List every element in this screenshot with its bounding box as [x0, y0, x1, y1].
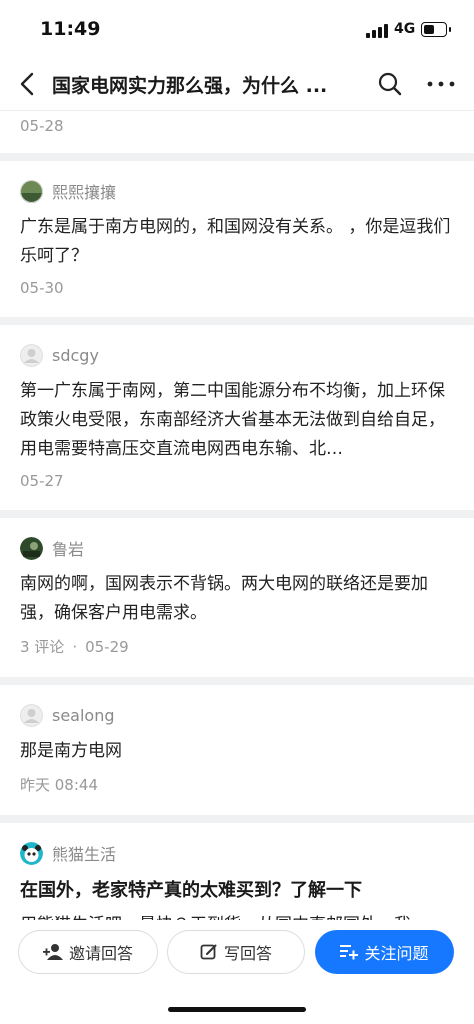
status-bar: 11:49 4G — [0, 0, 474, 58]
edit-icon — [200, 944, 217, 960]
avatar[interactable] — [20, 179, 43, 203]
username[interactable]: sealong — [52, 706, 115, 725]
divider — [0, 815, 474, 823]
network-label: 4G — [394, 21, 416, 37]
answer-date: 昨天 08:44 — [20, 776, 98, 794]
panda-avatar-icon[interactable] — [20, 841, 43, 865]
default-avatar-icon[interactable] — [20, 343, 43, 367]
home-indicator[interactable] — [168, 1007, 306, 1012]
answer-text: 那是南方电网 — [20, 741, 122, 761]
follow-question-label: 关注问题 — [364, 944, 429, 963]
meta-separator: · — [72, 638, 78, 656]
username[interactable]: sdcgy — [52, 346, 99, 365]
divider — [0, 317, 474, 325]
answer-card[interactable]: 05-28 — [0, 111, 474, 153]
write-answer-label: 写回答 — [223, 944, 272, 963]
divider — [0, 677, 474, 685]
username[interactable]: 熙熙攘攘 — [52, 179, 116, 203]
invite-answer-button[interactable]: 邀请回答 — [18, 930, 158, 974]
back-arrow-icon[interactable] — [14, 70, 42, 98]
invite-answer-label: 邀请回答 — [68, 944, 133, 963]
more-dots-icon[interactable] — [424, 70, 458, 98]
answer-card[interactable]: sdcgy 第一广东属于南网，第二中国能源分布不均衡，加上环保政策火电受限，东南… — [0, 325, 474, 510]
signal-icon — [366, 24, 388, 38]
ad-headline: 在国外，老家特产真的太难买到？了解一下 — [20, 880, 362, 901]
answer-card[interactable]: 熙熙攘攘 广东是属于南方电网的，和国网没有关系。 ，你是逗我们乐呵了？ 05-3… — [0, 161, 474, 317]
answer-date: 05-29 — [85, 638, 129, 656]
answer-date: 05-30 — [20, 279, 64, 297]
answer-date: 05-28 — [20, 117, 64, 135]
search-icon[interactable] — [376, 70, 404, 98]
status-time: 11:49 — [40, 18, 101, 40]
answer-text: 广东是属于南方电网的，和国网没有关系。 ，你是逗我们乐呵了？ — [20, 217, 451, 266]
avatar[interactable] — [20, 536, 43, 560]
answer-feed: 05-28 熙熙攘攘 广东是属于南方电网的，和国网没有关系。 ，你是逗我们乐呵了… — [0, 111, 474, 940]
divider — [0, 153, 474, 161]
answer-text: 第一广东属于南网，第二中国能源分布不均衡，加上环保政策火电受限，东南部经济大省基… — [20, 381, 445, 459]
username[interactable]: 熊猫生活 — [52, 841, 116, 865]
answer-date: 05-27 — [20, 472, 64, 490]
add-user-icon — [42, 944, 63, 960]
answer-card[interactable]: 鲁岩 南网的啊，国网表示不背锅。两大电网的联络还是要加强，确保客户用电需求。 3… — [0, 518, 474, 677]
comment-count[interactable]: 3 评论 — [20, 638, 64, 656]
battery-icon — [421, 22, 451, 37]
answer-card[interactable]: sealong 那是南方电网 昨天 08:44 — [0, 685, 474, 815]
page-title: 国家电网实力那么强，为什么 ... — [52, 75, 328, 97]
username[interactable]: 鲁岩 — [52, 536, 84, 560]
answer-text: 南网的啊，国网表示不背锅。两大电网的联络还是要加强，确保客户用电需求。 — [20, 574, 428, 623]
default-avatar-icon[interactable] — [20, 703, 43, 727]
top-nav: 国家电网实力那么强，为什么 ... — [0, 58, 474, 111]
follow-list-icon — [340, 945, 359, 960]
divider — [0, 510, 474, 518]
follow-question-button[interactable]: 关注问题 — [315, 930, 454, 974]
write-answer-button[interactable]: 写回答 — [167, 930, 305, 974]
